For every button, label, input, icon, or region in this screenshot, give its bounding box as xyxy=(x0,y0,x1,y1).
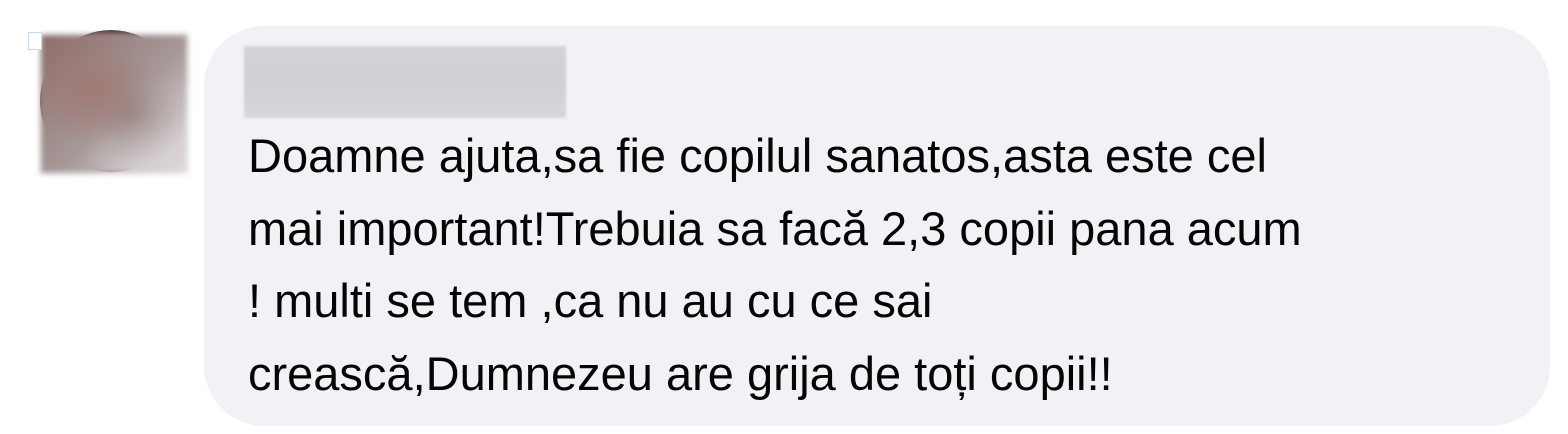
comment-text: Doamne ajuta,sa fie copilul sanatos,asta… xyxy=(248,120,1538,410)
comment-line: ! multi se tem ,ca nu au cu ce sai xyxy=(248,274,933,327)
commenter-avatar[interactable] xyxy=(28,30,188,174)
comment-bubble: Doamne ajuta,sa fie copilul sanatos,asta… xyxy=(204,26,1550,426)
commenter-name-redacted[interactable] xyxy=(244,46,566,118)
comment-line: crească,Dumnezeu are grija de toți copii… xyxy=(248,346,1113,400)
avatar-selection-marker xyxy=(28,32,42,50)
comment-line: mai important!Trebuia sa facă 2,3 copii … xyxy=(248,201,1302,255)
comment-line: Doamne ajuta,sa fie copilul sanatos,asta… xyxy=(248,129,1267,182)
avatar-blurred-image xyxy=(40,34,188,174)
